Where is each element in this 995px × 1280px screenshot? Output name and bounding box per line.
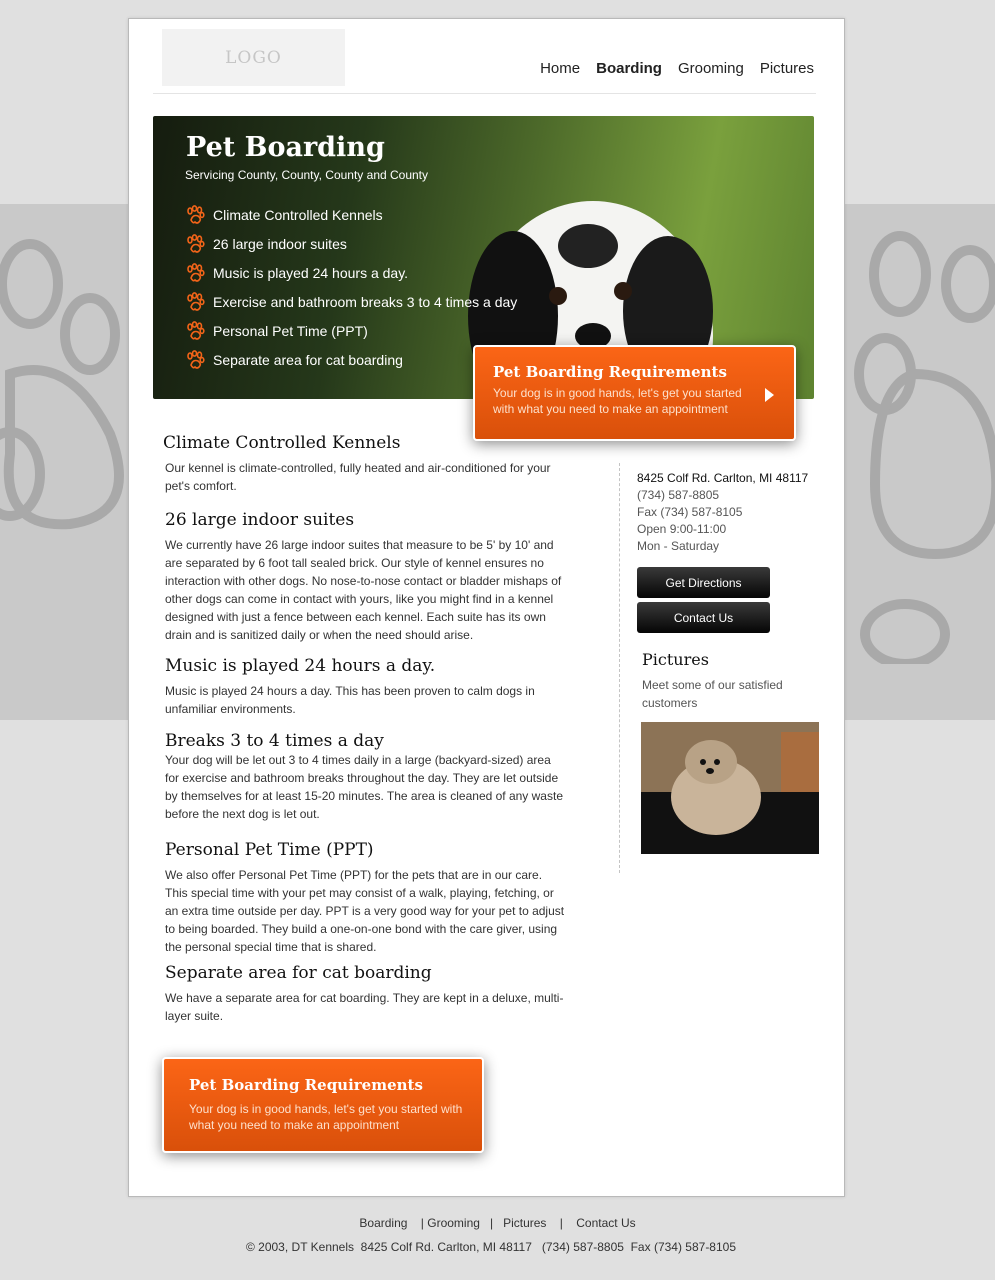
- contact-info: 8425 Colf Rd. Carlton, MI 48117 (734) 58…: [637, 470, 808, 555]
- footer-link-boarding[interactable]: Boarding: [359, 1216, 407, 1230]
- nav-grooming[interactable]: Grooming: [678, 60, 744, 77]
- feature-label: Exercise and bathroom breaks 3 to 4 time…: [213, 293, 518, 310]
- feature-label: Personal Pet Time (PPT): [213, 322, 368, 339]
- footer-nav: Boarding | Grooming | Pictures | Contact…: [0, 1216, 995, 1230]
- section-title: Climate Controlled Kennels: [163, 433, 401, 453]
- section-suites: 26 large indoor suites We currently have…: [165, 510, 565, 644]
- address: 8425 Colf Rd. Carlton, MI 48117: [637, 471, 809, 485]
- section-music: Music is played 24 hours a day. Music is…: [165, 656, 565, 718]
- nav-pictures[interactable]: Pictures: [760, 60, 814, 77]
- section-body: Our kennel is climate-controlled, fully …: [165, 461, 551, 493]
- list-item: 26 large indoor suites: [185, 229, 517, 258]
- feature-label: Climate Controlled Kennels: [213, 206, 383, 223]
- footer-separator: |: [410, 1216, 424, 1230]
- section-climate: Climate Controlled Kennels Our kennel is…: [163, 433, 565, 495]
- get-directions-button[interactable]: Get Directions: [637, 567, 770, 598]
- paw-icon: [187, 262, 205, 282]
- boarding-requirements-button[interactable]: Pet Boarding Requirements Your dog is in…: [473, 345, 796, 441]
- nav-divider: [153, 93, 816, 94]
- section-cats: Separate area for cat boarding We have a…: [165, 963, 565, 1025]
- feature-label: 26 large indoor suites: [213, 235, 347, 252]
- section-body: Your dog will be let out 3 to 4 times da…: [165, 753, 563, 821]
- section-title: Personal Pet Time (PPT): [165, 840, 374, 860]
- hero-subtitle: Servicing County, County, County and Cou…: [185, 168, 429, 182]
- section-title: Music is played 24 hours a day.: [165, 656, 436, 676]
- phone: (734) 587-8805: [637, 488, 720, 502]
- section-title: Breaks 3 to 4 times a day: [165, 731, 384, 751]
- section-body: We currently have 26 large indoor suites…: [165, 538, 562, 642]
- page-container: LOGO Home Boarding Grooming Pictures Pet…: [128, 18, 845, 1197]
- footer-link-contact[interactable]: Contact Us: [576, 1216, 635, 1230]
- copyright: © 2003, DT Kennels 8425 Colf Rd. Carlton…: [245, 1240, 737, 1254]
- section-ppt: Personal Pet Time (PPT) We also offer Pe…: [165, 840, 565, 956]
- boarding-requirements-button-bottom[interactable]: Pet Boarding Requirements Your dog is in…: [162, 1057, 484, 1153]
- list-item: Climate Controlled Kennels: [185, 200, 517, 229]
- hours: Open 9:00-11:00: [637, 522, 727, 536]
- section-title: Separate area for cat boarding: [165, 963, 432, 983]
- paw-icon: [187, 291, 205, 311]
- list-item: Music is played 24 hours a day.: [185, 258, 517, 287]
- section-title: 26 large indoor suites: [165, 510, 355, 530]
- section-breaks: Breaks 3 to 4 times a day Your dog will …: [165, 731, 565, 823]
- paw-icon: [187, 233, 205, 253]
- sidebar-divider: [619, 463, 620, 873]
- footer-separator: |: [549, 1216, 573, 1230]
- logo[interactable]: LOGO: [162, 29, 345, 86]
- fax: Fax (734) 587-8105: [637, 505, 743, 519]
- list-item: Exercise and bathroom breaks 3 to 4 time…: [185, 287, 517, 316]
- pictures-text: Meet some of our satisfied customers: [642, 678, 783, 710]
- main-nav: Home Boarding Grooming Pictures: [540, 60, 814, 77]
- nav-boarding[interactable]: Boarding: [596, 60, 662, 77]
- customer-dog-photo[interactable]: [641, 722, 819, 854]
- paw-icon: [0, 239, 124, 530]
- cta-title: Pet Boarding Requirements: [493, 363, 727, 381]
- feature-label: Music is played 24 hours a day.: [213, 264, 409, 281]
- paw-icon: [187, 349, 205, 369]
- cta-text: Your dog is in good hands, let's get you…: [189, 1102, 463, 1132]
- feature-list: Climate Controlled Kennels 26 large indo…: [185, 200, 517, 374]
- contact-us-button[interactable]: Contact Us: [637, 602, 770, 633]
- list-item: Personal Pet Time (PPT): [185, 316, 517, 345]
- section-body: We also offer Personal Pet Time (PPT) fo…: [165, 868, 565, 954]
- pictures-title: Pictures: [642, 650, 709, 669]
- nav-home[interactable]: Home: [540, 60, 580, 77]
- footer-link-pictures[interactable]: Pictures: [503, 1216, 546, 1230]
- cta-text: Your dog is in good hands, let's get you…: [493, 386, 742, 416]
- arrow-right-icon: [765, 388, 774, 402]
- section-body: Music is played 24 hours a day. This has…: [165, 684, 535, 716]
- section-body: We have a separate area for cat boarding…: [165, 991, 564, 1023]
- paw-icon: [187, 204, 205, 224]
- footer-link-grooming[interactable]: Grooming: [427, 1216, 480, 1230]
- hero-title: Pet Boarding: [186, 132, 385, 163]
- footer-separator: |: [483, 1216, 500, 1230]
- feature-label: Separate area for cat boarding: [213, 351, 403, 368]
- paw-icon: [187, 320, 205, 340]
- days: Mon - Saturday: [637, 539, 720, 553]
- cta-title: Pet Boarding Requirements: [189, 1076, 423, 1094]
- list-item: Separate area for cat boarding: [185, 345, 517, 374]
- paw-icon: [854, 231, 995, 664]
